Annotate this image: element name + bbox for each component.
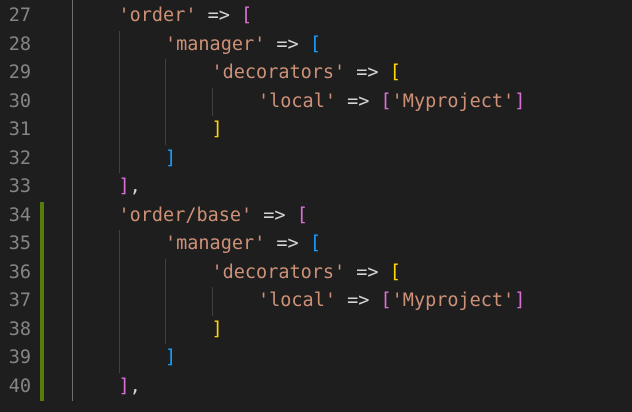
bracket-token: [ — [389, 261, 401, 283]
bracket-token: ] — [211, 119, 223, 140]
indent-guide — [118, 30, 120, 173]
operator-token: => — [265, 33, 310, 55]
line-number: 27 — [8, 5, 31, 26]
bracket-token: [ — [380, 290, 392, 311]
bracket-token: ] — [514, 90, 526, 112]
code-text: ], — [119, 173, 141, 202]
code-editor[interactable]: 27'order' => [28'manager' => [29'decorat… — [0, 0, 632, 412]
indent-guide — [165, 59, 166, 145]
line-number: 30 — [8, 90, 31, 112]
code-text: ] — [212, 116, 223, 145]
line-number: 37 — [8, 290, 31, 311]
code-line[interactable]: 32] — [0, 145, 632, 174]
code-text: 'order' => [ — [119, 2, 253, 31]
operator-token: => — [335, 290, 381, 311]
bracket-token: ] — [118, 375, 130, 397]
code-text: ] — [165, 145, 176, 174]
modified-line-indicator — [40, 258, 44, 287]
line-number: 36 — [8, 261, 31, 283]
indent-guide — [72, 0, 73, 401]
bracket-token: ] — [165, 347, 177, 368]
code-line[interactable]: 39] — [0, 344, 632, 373]
code-text: ], — [119, 373, 141, 402]
operator-token: => — [196, 5, 242, 26]
bracket-token: [ — [309, 233, 321, 254]
code-text: 'local' => ['Myproject'] — [258, 287, 525, 316]
operator-token: => — [265, 233, 310, 254]
code-line[interactable]: 30 'local' => ['Myproject'] — [0, 88, 632, 117]
code-line[interactable]: 29 'decorators' => [ — [0, 59, 632, 88]
code-line[interactable]: 36 'decorators' => [ — [0, 258, 632, 288]
operator-token: => — [345, 261, 390, 283]
bracket-token: [ — [380, 90, 392, 112]
bracket-token: [ — [241, 5, 253, 26]
modified-line-indicator — [40, 344, 44, 373]
line-number: 33 — [8, 176, 31, 197]
code-text: ] — [212, 316, 223, 345]
modified-line-indicator — [40, 315, 44, 344]
line-number: 35 — [8, 233, 31, 254]
string-token: 'decorators' — [211, 261, 346, 283]
indent-guide — [211, 87, 213, 116]
line-number: 29 — [8, 62, 31, 83]
string-token: 'manager' — [165, 33, 266, 55]
indent-guide — [211, 287, 213, 316]
bracket-token: ] — [165, 147, 177, 169]
code-line[interactable]: 33], — [0, 173, 632, 202]
string-token: 'Myproject' — [391, 290, 515, 311]
punctuation-token: , — [129, 375, 141, 397]
string-token: 'decorators' — [211, 62, 346, 83]
indent-guide — [118, 230, 120, 373]
line-number: 32 — [8, 147, 31, 169]
string-token: 'local' — [258, 290, 336, 311]
modified-line-indicator — [40, 230, 44, 259]
code-line[interactable]: 40], — [0, 372, 632, 402]
code-line[interactable]: 27 'order' => [ — [0, 2, 632, 31]
code-text: 'manager' => [ — [165, 230, 321, 259]
punctuation-token: , — [129, 176, 141, 197]
modified-line-indicator — [40, 201, 44, 230]
bracket-token: ] — [514, 290, 526, 311]
line-number: 31 — [8, 119, 31, 140]
string-token: 'local' — [258, 90, 336, 112]
code-text: 'order/base' => [ — [119, 202, 308, 231]
line-number: 38 — [8, 318, 31, 340]
line-number: 40 — [8, 375, 31, 397]
string-token: 'manager' — [165, 233, 266, 254]
code-line[interactable]: 38] — [0, 315, 632, 345]
line-number: 39 — [8, 347, 31, 368]
string-token: 'order/base' — [118, 204, 253, 226]
operator-token: => — [345, 62, 390, 83]
code-text: 'decorators' => [ — [212, 59, 401, 88]
operator-token: => — [335, 90, 381, 112]
operator-token: => — [252, 204, 297, 226]
bracket-token: [ — [309, 33, 321, 55]
modified-line-indicator — [40, 287, 44, 316]
line-number: 28 — [8, 33, 31, 55]
code-line[interactable]: 34 'order/base' => [ — [0, 201, 632, 231]
string-token: 'Myproject' — [391, 90, 515, 112]
bracket-token: ] — [118, 176, 130, 197]
code-text: 'decorators' => [ — [212, 259, 401, 288]
code-text: ] — [165, 344, 176, 373]
code-line[interactable]: 35 'manager' => [ — [0, 230, 632, 259]
modified-line-indicator — [40, 372, 44, 401]
code-line[interactable]: 37 'local' => ['Myproject'] — [0, 287, 632, 316]
indent-guide — [165, 258, 166, 344]
bracket-token: [ — [296, 204, 308, 226]
code-text: 'local' => ['Myproject'] — [258, 88, 525, 117]
line-number: 34 — [8, 204, 31, 226]
bracket-token: [ — [389, 62, 401, 83]
code-line[interactable]: 28 'manager' => [ — [0, 31, 632, 60]
string-token: 'order' — [118, 5, 197, 26]
code-line[interactable]: 31] — [0, 116, 632, 145]
code-text: 'manager' => [ — [165, 31, 321, 60]
bracket-token: ] — [211, 318, 223, 340]
